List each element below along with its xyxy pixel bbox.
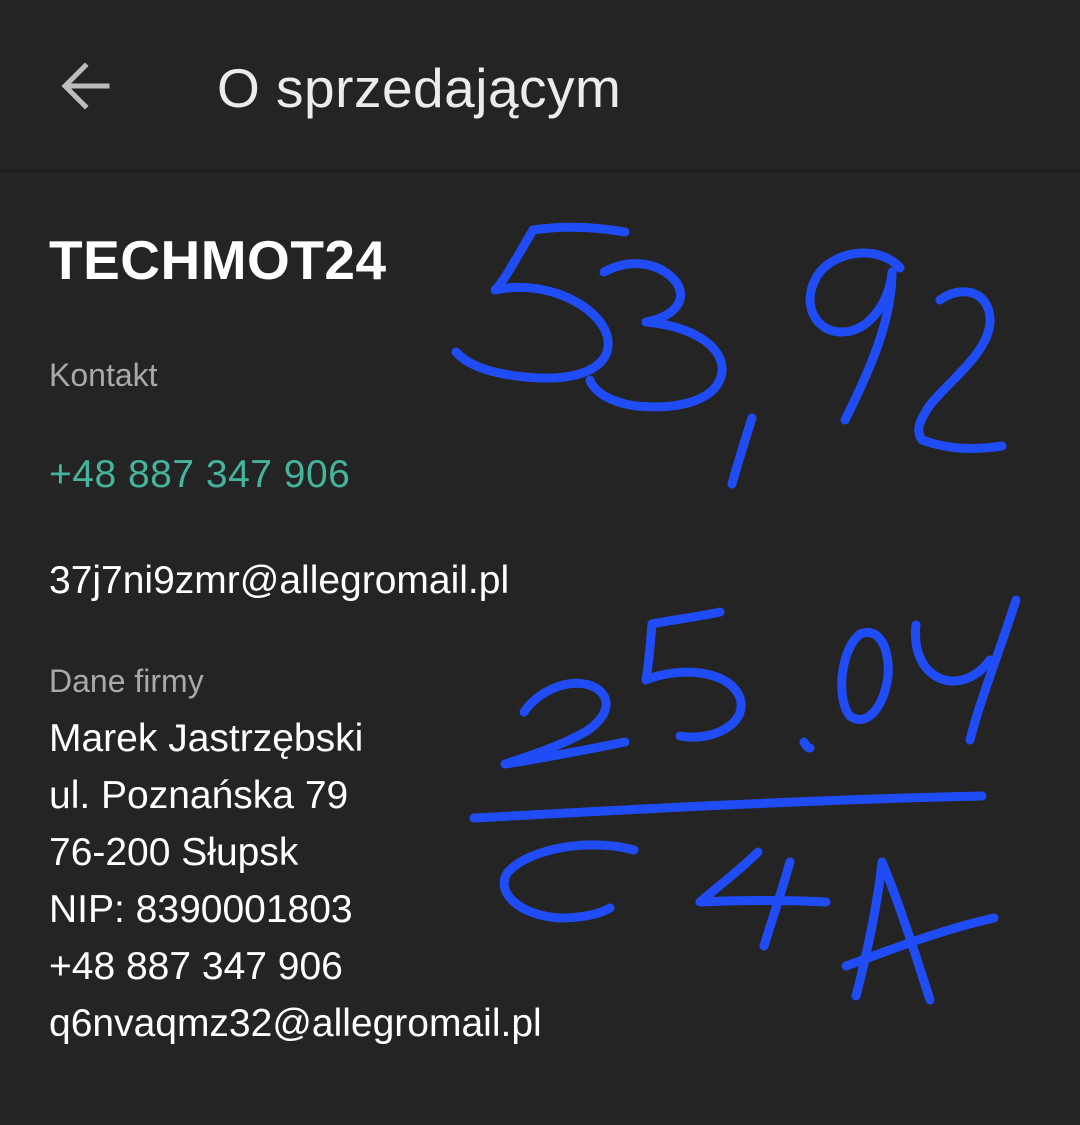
company-city: 76-200 Słupsk xyxy=(49,831,299,874)
company-email: q6nvaqmz32@allegromail.pl xyxy=(49,1002,542,1045)
phone-link[interactable]: +48 887 347 906 xyxy=(49,452,350,498)
company-nip: NIP: 8390001803 xyxy=(49,888,353,931)
back-button[interactable] xyxy=(50,54,120,118)
company-owner: Marek Jastrzębski xyxy=(49,717,364,760)
company-data-label: Dane firmy xyxy=(49,663,204,699)
email-text[interactable]: 37j7ni9zmr@allegromail.pl xyxy=(49,558,509,604)
company-street: ul. Poznańska 79 xyxy=(49,774,349,817)
company-details: Marek Jastrzębski ul. Poznańska 79 76-20… xyxy=(49,710,542,1052)
seller-name: TECHMOT24 xyxy=(49,229,387,291)
company-phone: +48 887 347 906 xyxy=(49,945,343,988)
contact-label: Kontakt xyxy=(49,357,158,393)
page-title: O sprzedającym xyxy=(217,57,622,119)
app-bar: O sprzedającym xyxy=(0,0,1080,172)
arrow-left-icon xyxy=(61,62,110,110)
